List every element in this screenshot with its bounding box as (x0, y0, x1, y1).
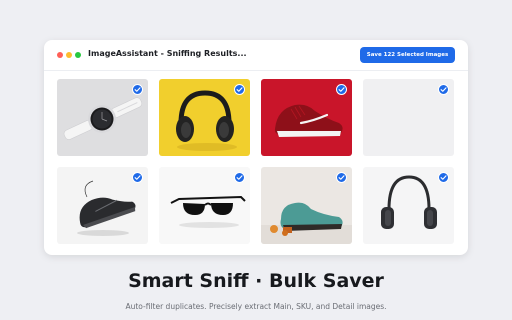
checkmark-icon[interactable] (438, 84, 449, 95)
checkmark-icon[interactable] (234, 84, 245, 95)
checkmark-icon[interactable] (438, 172, 449, 183)
close-window-button[interactable] (57, 52, 63, 58)
checkmark-icon[interactable] (132, 172, 143, 183)
minimize-window-button[interactable] (66, 52, 72, 58)
image-tile-sunglasses[interactable] (159, 167, 250, 244)
window-title: ImageAssistant - Sniffing Results... (88, 49, 247, 58)
title-bar: ImageAssistant - Sniffing Results... Sav… (44, 40, 468, 71)
headline: Smart Sniff · Bulk Saver (128, 270, 384, 292)
image-tile-over-ear-headphones[interactable] (363, 167, 454, 244)
image-tile-headphones[interactable] (159, 79, 250, 156)
checkmark-icon[interactable] (336, 172, 347, 183)
image-tile-empty[interactable] (363, 79, 454, 156)
save-selected-images-button[interactable]: Save 122 Selected Images (360, 47, 455, 63)
checkmark-icon[interactable] (132, 84, 143, 95)
subheadline: Auto-filter duplicates. Precisely extrac… (125, 302, 387, 311)
checkmark-icon[interactable] (234, 172, 245, 183)
app-window: ImageAssistant - Sniffing Results... Sav… (44, 40, 468, 255)
checkmark-icon[interactable] (336, 84, 347, 95)
image-tile-black-sneaker[interactable] (57, 167, 148, 244)
maximize-window-button[interactable] (75, 52, 81, 58)
image-tile-smartwatch[interactable] (57, 79, 148, 156)
image-tile-red-sneaker[interactable] (261, 79, 352, 156)
image-tile-teal-shoe[interactable] (261, 167, 352, 244)
